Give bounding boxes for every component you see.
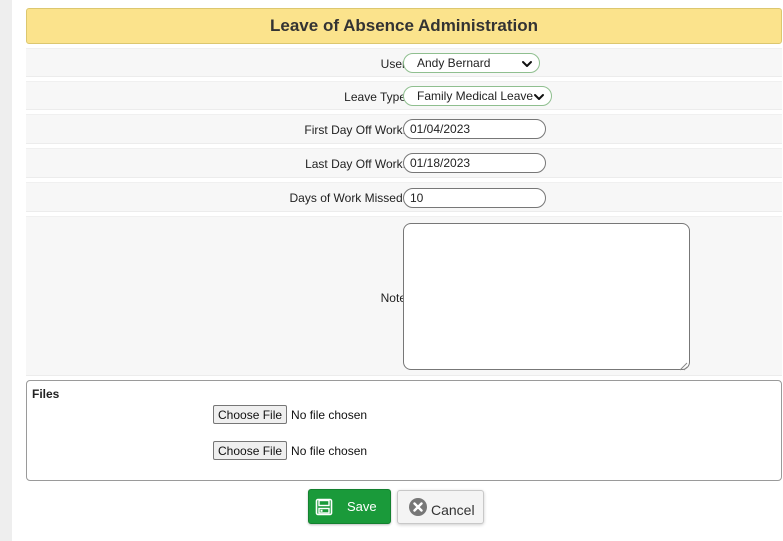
first-day-label: First Day Off Work: [304,123,406,137]
chevron-down-icon [534,94,544,100]
user-row: User Andy Bernard [26,48,782,77]
leave-type-select-value: Family Medical Leave [417,89,534,103]
last-day-label: Last Day Off Work: [305,157,406,171]
note-textarea[interactable] [403,223,690,370]
leave-type-select[interactable]: Family Medical Leave [403,86,552,106]
files-title: Files [32,387,60,401]
chevron-down-icon [522,61,532,67]
leave-type-label: Leave Type [344,90,406,104]
user-select[interactable]: Andy Bernard [403,53,540,73]
save-button[interactable]: Save [308,489,391,524]
note-row: Note [26,216,782,376]
leave-type-row: Leave Type Family Medical Leave [26,81,782,110]
floppy-disk-icon [315,498,333,515]
save-button-label: Save [347,499,377,514]
file-status: No file chosen [291,443,368,458]
days-missed-row: Days of Work Missed: [26,182,782,212]
days-missed-input[interactable] [403,188,546,208]
first-day-input[interactable] [403,119,546,139]
last-day-row: Last Day Off Work: [26,148,782,178]
files-panel: Files Choose File No file chosen Choose … [26,380,782,481]
cancel-button-label: Cancel [431,501,475,518]
last-day-input[interactable] [403,153,546,173]
file-input-1: Choose File No file chosen [213,405,367,424]
page-title: Leave of Absence Administration [26,8,782,44]
file-status: No file chosen [291,407,368,422]
x-circle-icon [409,498,427,516]
resize-grip-icon[interactable] [679,362,688,371]
file-input-2: Choose File No file chosen [213,441,367,460]
user-select-value: Andy Bernard [417,56,491,70]
page: Leave of Absence Administration User And… [12,0,783,541]
cancel-button[interactable]: Cancel [397,490,484,524]
choose-file-button[interactable]: Choose File [213,405,288,424]
days-missed-label: Days of Work Missed: [289,191,406,205]
first-day-row: First Day Off Work: [26,114,782,144]
choose-file-button[interactable]: Choose File [213,441,288,460]
